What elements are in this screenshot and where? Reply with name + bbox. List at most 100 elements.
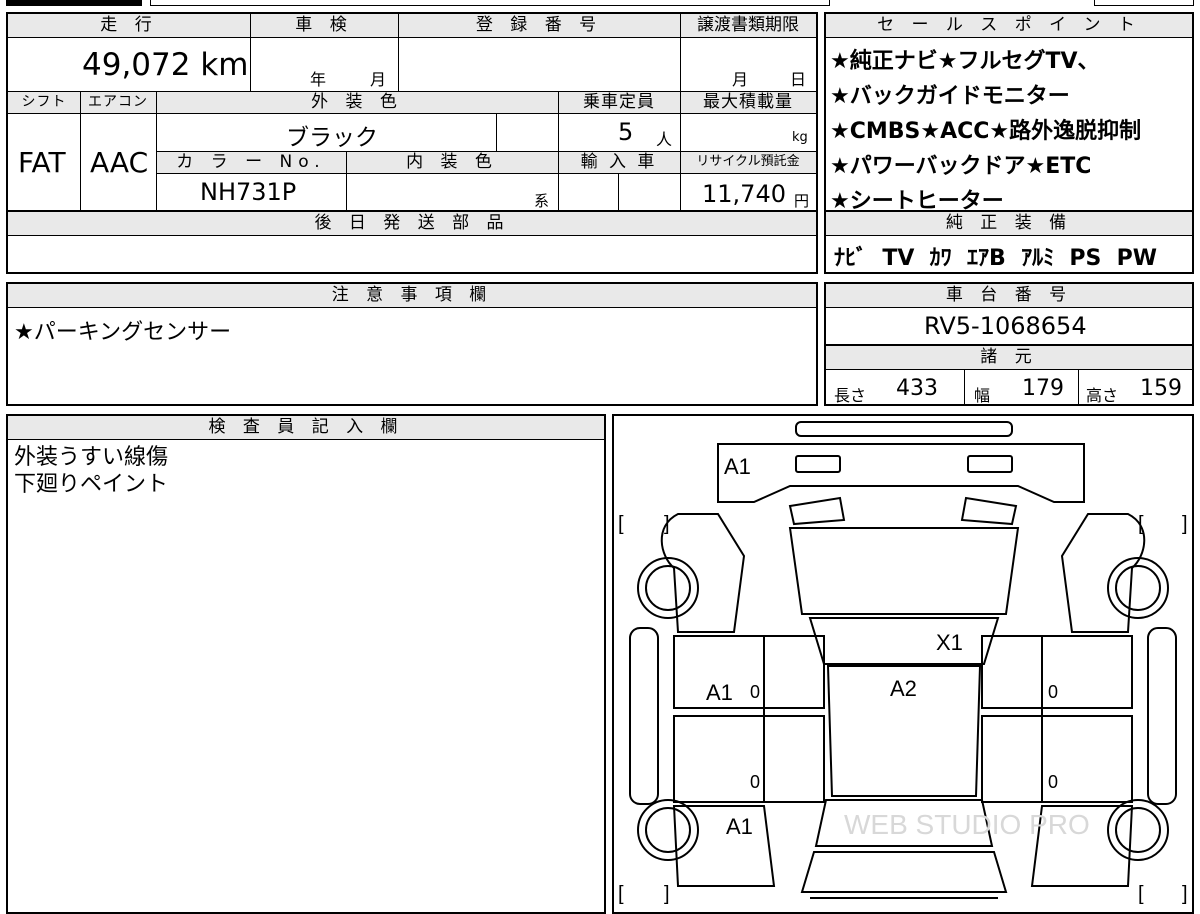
left-rear-door-shape: [673, 715, 825, 803]
col-divider: [496, 114, 497, 152]
transfer-day: 日: [790, 70, 807, 89]
bracket-close: ]: [1182, 883, 1188, 905]
mark-zero: 0: [1048, 772, 1058, 792]
inspection-header: 車 検: [250, 14, 398, 38]
right-side-skirt-shape: [1147, 627, 1177, 805]
headlight-right-shape: [960, 496, 1018, 526]
height-value: 159: [1140, 376, 1182, 401]
top-strip: [150, 0, 830, 6]
recycle-header: リサイクル預託金: [680, 152, 816, 174]
left-fender-shape: [660, 513, 746, 633]
left-side-skirt-shape: [629, 627, 659, 805]
left-front-door-shape: [673, 635, 825, 709]
transfer-deadline-header: 譲渡書類期限: [680, 14, 816, 38]
inspector-notes: 外装うすい線傷 下廻りペイント: [14, 444, 168, 498]
top-tab: [6, 0, 142, 6]
equipment-header: 純 正 装 備: [826, 212, 1192, 236]
specs-header: 諸 元: [826, 346, 1192, 370]
capacity-header: 乗車定員: [558, 92, 680, 114]
mark-roof: A2: [890, 676, 917, 701]
col-divider: [398, 14, 399, 92]
top-strip-right: [1094, 0, 1194, 6]
fog-light-right-shape: [967, 455, 1013, 473]
mileage-header: 走 行: [8, 14, 250, 38]
ac-header: エアコン: [80, 92, 156, 114]
caution-box: 注 意 事 項 欄 ★パーキングセンサー: [6, 282, 818, 406]
length-value: 433: [896, 376, 938, 401]
vehicle-info-table: 走 行 車 検 登 録 番 号 譲渡書類期限 49,072 km 年 月 月 日…: [6, 12, 818, 212]
mark-left-rear: A1: [726, 814, 753, 839]
bracket-close: ]: [664, 513, 670, 535]
equipment-items: ﾅﾋﾞ TV ｶﾜ ｴｱB ｱﾙﾐ PS PW: [834, 246, 1158, 271]
recycle-fee: 11,740: [702, 180, 786, 208]
exterior-color-value: ブラック: [286, 125, 378, 151]
sales-point-item: ★純正ナビ★フルセグTV、: [830, 49, 1100, 74]
wheel-rear-left-inner: [645, 807, 691, 853]
interior-color-header: 内 装 色: [346, 152, 558, 174]
caution-header: 注 意 事 項 欄: [8, 284, 816, 308]
col-divider: [618, 174, 619, 210]
later-parts-header: 後 日 発 送 部 品: [8, 212, 816, 236]
inspection-year: 年: [310, 70, 327, 89]
length-label: 長さ: [834, 386, 867, 405]
wheel-rear-right-inner: [1115, 807, 1161, 853]
import-header: 輸 入 車: [558, 152, 680, 174]
front-bumper-shape: [717, 443, 1085, 503]
col-divider: [156, 92, 157, 210]
col-divider: [558, 92, 559, 210]
max-load-header: 最大積載量: [680, 92, 816, 114]
bracket-close: ]: [1182, 513, 1188, 535]
car-diagram-box: A1 X1 A2 A1 A1 0 0 0 0 [ ] [ ] [ ] [ ] W…: [612, 414, 1194, 914]
left-rear-quarter-shape: [672, 805, 776, 887]
mark-hood: X1: [936, 630, 963, 655]
bracket-open: [: [1138, 513, 1144, 535]
shift-value: FAT: [18, 146, 66, 179]
specs-box: 諸 元 長さ 433 幅 179 高さ 159: [824, 344, 1194, 406]
fog-light-left-shape: [795, 455, 841, 473]
height-label: 高さ: [1086, 386, 1119, 405]
sales-points-list: ★純正ナビ★フルセグTV、 ★バックガイドモニター ★CMBS★ACC★路外逸脱…: [830, 44, 1190, 219]
col-divider: [80, 92, 81, 210]
col-divider: [1078, 370, 1079, 404]
wheel-front-left-inner: [645, 565, 691, 611]
color-no-value: NH731P: [200, 178, 297, 206]
exterior-color-header: 外 装 色: [156, 92, 558, 114]
inspector-note-line: 下廻りペイント: [14, 472, 169, 497]
transfer-month: 月: [732, 70, 749, 89]
col-divider: [346, 152, 347, 210]
bracket-open: [: [1138, 883, 1144, 905]
mark-zero: 0: [750, 772, 760, 792]
capacity-unit: 人: [656, 130, 673, 149]
inspector-header: 検 査 員 記 入 欄: [8, 416, 604, 440]
inspector-box: 検 査 員 記 入 欄 外装うすい線傷 下廻りペイント: [6, 414, 606, 914]
headlight-left-shape: [788, 496, 846, 526]
capacity-value: 5: [618, 118, 634, 146]
bracket-close: ]: [664, 883, 670, 905]
chassis-box: 車 台 番 号 RV5-1068654: [824, 282, 1194, 346]
registration-header: 登 録 番 号: [398, 14, 680, 38]
color-no-header: カ ラ ー No.: [156, 152, 346, 174]
recycle-unit: 円: [794, 192, 810, 210]
mark-zero: 0: [750, 682, 760, 702]
mark-left-front-door: A1: [706, 680, 733, 705]
col-divider: [250, 14, 251, 92]
mark-zero: 0: [1048, 682, 1058, 702]
max-load-unit: kg: [792, 130, 808, 145]
width-value: 179: [1022, 376, 1064, 401]
rear-hatch-shape: [800, 851, 1008, 893]
chassis-number: RV5-1068654: [924, 312, 1087, 340]
width-label: 幅: [974, 386, 991, 405]
col-divider: [680, 14, 681, 210]
front-grille-shape: [795, 421, 1013, 437]
sales-point-item: ★CMBS★ACC★路外逸脱抑制: [830, 119, 1142, 144]
interior-suffix: 系: [534, 192, 550, 210]
watermark: WEB STUDIO PRO: [844, 809, 1090, 840]
hood-shape: [788, 527, 1020, 615]
sales-point-item: ★バックガイドモニター: [830, 84, 1070, 109]
car-diagram: A1 X1 A2 A1 A1 0 0 0 0 [ ] [ ] [ ] [ ] W…: [618, 421, 1188, 905]
later-parts-box: 後 日 発 送 部 品: [6, 210, 818, 274]
sales-point-item: ★パワーバックドア★ETC: [830, 154, 1092, 179]
col-divider: [964, 370, 965, 404]
chassis-header: 車 台 番 号: [826, 284, 1192, 308]
bracket-open: [: [618, 513, 624, 535]
